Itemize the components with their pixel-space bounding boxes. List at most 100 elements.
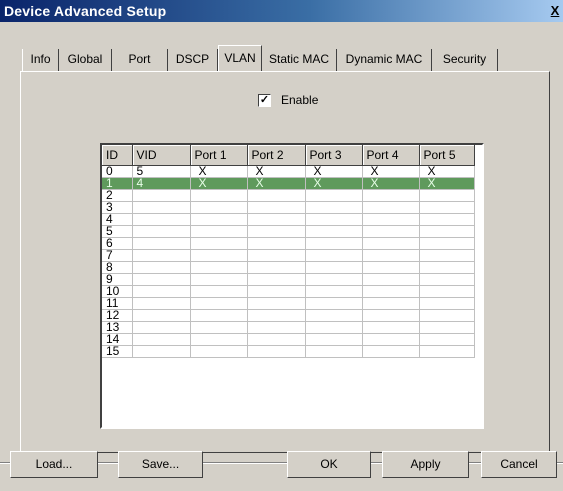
cell-port-4[interactable] — [362, 189, 420, 202]
table-row[interactable]: 9 — [102, 273, 475, 286]
cell-port-4[interactable]: X — [362, 165, 420, 178]
cell-id[interactable]: 13 — [102, 321, 133, 334]
table-row[interactable]: 4 — [102, 213, 475, 226]
cell-vid[interactable] — [132, 249, 191, 262]
cell-id[interactable]: 11 — [102, 297, 133, 310]
cell-port-3[interactable] — [305, 261, 363, 274]
cell-port-1[interactable] — [190, 249, 248, 262]
cell-port-1[interactable]: X — [190, 177, 248, 190]
cell-port-3[interactable] — [305, 345, 363, 358]
cell-port-2[interactable] — [247, 297, 306, 310]
column-header-id[interactable]: ID — [102, 145, 133, 166]
cell-port-2[interactable]: X — [247, 165, 306, 178]
cell-port-5[interactable] — [419, 345, 475, 358]
tab-static-mac[interactable]: Static MAC — [262, 49, 337, 71]
cell-port-2[interactable] — [247, 261, 306, 274]
cell-port-1[interactable] — [190, 261, 248, 274]
cell-port-4[interactable] — [362, 297, 420, 310]
table-row[interactable]: 12 — [102, 309, 475, 322]
cell-port-2[interactable]: X — [247, 177, 306, 190]
table-row[interactable]: 2 — [102, 189, 475, 202]
cell-id[interactable]: 6 — [102, 237, 133, 250]
cell-vid[interactable] — [132, 189, 191, 202]
cell-port-3[interactable]: X — [305, 165, 363, 178]
cell-port-5[interactable] — [419, 297, 475, 310]
cell-port-5[interactable] — [419, 285, 475, 298]
cell-port-2[interactable] — [247, 345, 306, 358]
cell-port-2[interactable] — [247, 189, 306, 202]
cell-id[interactable]: 9 — [102, 273, 133, 286]
cell-vid[interactable] — [132, 237, 191, 250]
cell-port-5[interactable] — [419, 213, 475, 226]
column-header-port-4[interactable]: Port 4 — [362, 145, 420, 166]
cell-port-1[interactable] — [190, 201, 248, 214]
cell-port-5[interactable] — [419, 333, 475, 346]
cell-port-5[interactable]: X — [419, 165, 475, 178]
cell-port-4[interactable] — [362, 249, 420, 262]
cell-port-2[interactable] — [247, 321, 306, 334]
cell-port-3[interactable] — [305, 321, 363, 334]
cell-vid[interactable] — [132, 213, 191, 226]
table-row[interactable]: 7 — [102, 249, 475, 262]
cell-port-5[interactable] — [419, 261, 475, 274]
cell-port-1[interactable]: X — [190, 165, 248, 178]
cell-vid[interactable] — [132, 201, 191, 214]
column-header-port-2[interactable]: Port 2 — [247, 145, 306, 166]
cell-port-3[interactable]: X — [305, 177, 363, 190]
column-header-port-1[interactable]: Port 1 — [190, 145, 248, 166]
cell-vid[interactable] — [132, 261, 191, 274]
table-row[interactable]: 6 — [102, 237, 475, 250]
cell-vid[interactable]: 5 — [132, 165, 191, 178]
cell-vid[interactable] — [132, 285, 191, 298]
cell-port-1[interactable] — [190, 297, 248, 310]
table-row[interactable]: 14XXXXX — [102, 177, 475, 190]
cell-port-2[interactable] — [247, 213, 306, 226]
cell-port-1[interactable] — [190, 237, 248, 250]
cell-port-5[interactable] — [419, 309, 475, 322]
cell-id[interactable]: 4 — [102, 213, 133, 226]
cell-port-4[interactable] — [362, 285, 420, 298]
cell-id[interactable]: 12 — [102, 309, 133, 322]
tab-security[interactable]: Security — [432, 49, 498, 71]
column-header-port-3[interactable]: Port 3 — [305, 145, 363, 166]
cell-port-4[interactable] — [362, 333, 420, 346]
tab-dscp[interactable]: DSCP — [168, 49, 218, 71]
cell-port-4[interactable] — [362, 345, 420, 358]
table-row[interactable]: 15 — [102, 345, 475, 358]
cell-port-4[interactable] — [362, 237, 420, 250]
cell-id[interactable]: 14 — [102, 333, 133, 346]
cell-port-5[interactable] — [419, 189, 475, 202]
cell-id[interactable]: 15 — [102, 345, 133, 358]
column-header-port-5[interactable]: Port 5 — [419, 145, 475, 166]
cell-port-1[interactable] — [190, 213, 248, 226]
cell-port-4[interactable] — [362, 309, 420, 322]
cell-port-5[interactable] — [419, 237, 475, 250]
table-row[interactable]: 10 — [102, 285, 475, 298]
tab-port[interactable]: Port — [112, 49, 168, 71]
cell-port-3[interactable] — [305, 201, 363, 214]
cell-port-1[interactable] — [190, 309, 248, 322]
cell-vid[interactable] — [132, 309, 191, 322]
close-icon[interactable]: X — [549, 3, 561, 19]
table-row[interactable]: 13 — [102, 321, 475, 334]
cell-id[interactable]: 10 — [102, 285, 133, 298]
apply-button[interactable]: Apply — [382, 451, 469, 478]
cell-port-3[interactable] — [305, 273, 363, 286]
tab-dynamic-mac[interactable]: Dynamic MAC — [337, 49, 432, 71]
cell-port-3[interactable] — [305, 237, 363, 250]
load-button[interactable]: Load... — [10, 451, 98, 478]
cell-port-4[interactable] — [362, 261, 420, 274]
cell-port-5[interactable] — [419, 321, 475, 334]
cell-port-3[interactable] — [305, 309, 363, 322]
cell-vid[interactable]: 4 — [132, 177, 191, 190]
cell-port-2[interactable] — [247, 309, 306, 322]
table-row[interactable]: 8 — [102, 261, 475, 274]
table-row[interactable]: 5 — [102, 225, 475, 238]
cell-port-2[interactable] — [247, 225, 306, 238]
cell-id[interactable]: 8 — [102, 261, 133, 274]
cell-id[interactable]: 5 — [102, 225, 133, 238]
cell-port-5[interactable] — [419, 273, 475, 286]
table-row[interactable]: 11 — [102, 297, 475, 310]
cell-id[interactable]: 2 — [102, 189, 133, 202]
cell-port-4[interactable] — [362, 213, 420, 226]
